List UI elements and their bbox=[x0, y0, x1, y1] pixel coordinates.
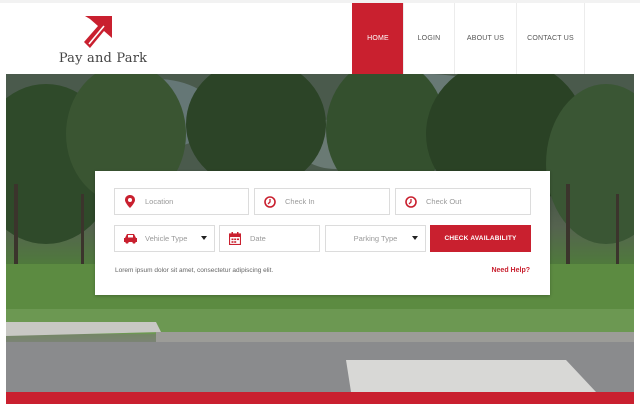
check-in-input[interactable]: Check In bbox=[254, 188, 390, 215]
bottom-accent-bar bbox=[6, 392, 634, 404]
site-header: Pay and Park HOME LOGIN ABOUT US CONTACT… bbox=[0, 0, 640, 74]
parking-type-select[interactable]: Parking Type bbox=[325, 225, 426, 252]
location-placeholder: Location bbox=[145, 197, 174, 206]
date-input[interactable]: Date bbox=[219, 225, 320, 252]
clock-icon bbox=[402, 193, 420, 211]
map-pin-icon bbox=[121, 193, 139, 211]
check-availability-button[interactable]: CHECK AVAILABILITY bbox=[430, 225, 531, 252]
nav-contact-us[interactable]: CONTACT US bbox=[516, 3, 585, 74]
date-placeholder: Date bbox=[250, 234, 266, 243]
need-help-link[interactable]: Need Help? bbox=[491, 267, 530, 274]
main-nav: HOME LOGIN ABOUT US CONTACT US bbox=[352, 3, 585, 74]
check-out-placeholder: Check Out bbox=[426, 197, 462, 206]
location-input[interactable]: Location bbox=[114, 188, 249, 215]
parking-search-panel: Location Check In Check Out Vehicle Type… bbox=[95, 171, 550, 295]
nav-login[interactable]: LOGIN bbox=[403, 3, 454, 74]
brand-logo[interactable]: Pay and Park bbox=[58, 10, 148, 70]
check-in-placeholder: Check In bbox=[285, 197, 315, 206]
nav-about-us[interactable]: ABOUT US bbox=[454, 3, 516, 74]
parking-type-value: Parking Type bbox=[353, 234, 398, 243]
brand-name: Pay and Park bbox=[58, 51, 148, 66]
vehicle-type-select[interactable]: Vehicle Type bbox=[114, 225, 215, 252]
search-note: Lorem ipsum dolor sit amet, consectetur … bbox=[115, 267, 274, 274]
car-icon bbox=[121, 230, 139, 248]
nav-home[interactable]: HOME bbox=[352, 3, 403, 74]
diagonal-arrow-logo-icon bbox=[84, 16, 112, 48]
vehicle-type-value: Vehicle Type bbox=[145, 234, 188, 243]
chevron-down-icon bbox=[412, 236, 418, 240]
check-out-input[interactable]: Check Out bbox=[395, 188, 531, 215]
chevron-down-icon bbox=[201, 236, 207, 240]
clock-icon bbox=[261, 193, 279, 211]
calendar-icon bbox=[226, 230, 244, 248]
